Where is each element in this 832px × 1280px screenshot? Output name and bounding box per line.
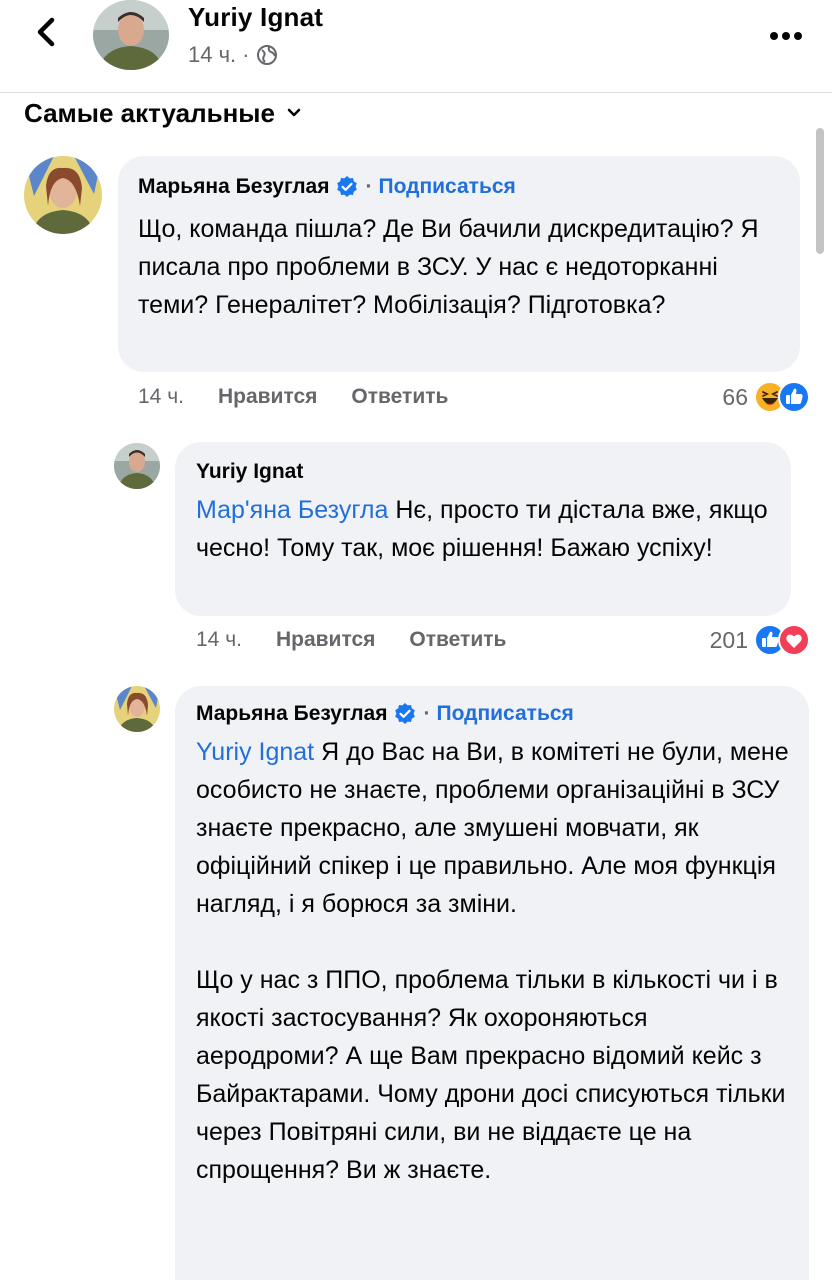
love-icon (778, 624, 810, 656)
verified-badge-icon (337, 176, 358, 197)
reply-button[interactable]: Ответить (351, 385, 448, 409)
comment-time[interactable]: 14 ч. (138, 385, 184, 409)
reaction-count: 201 (709, 626, 748, 653)
comment-actions: 14 ч. Нравится Ответить (138, 385, 448, 409)
reply-time[interactable]: 14 ч. (196, 628, 242, 652)
comment-text: Що, команда пішла? Де Ви бачили дискреди… (138, 215, 759, 319)
sort-label: Самые актуальные (24, 97, 275, 128)
chevron-down-icon (287, 108, 301, 117)
verified-badge-icon (395, 703, 416, 724)
reply-header: Yuriy Ignat (196, 460, 303, 484)
comment-avatar[interactable] (24, 156, 102, 234)
comment-author-name[interactable]: Марьяна Безуглая (138, 175, 329, 199)
reply-avatar[interactable] (114, 443, 160, 489)
subscribe-button[interactable]: Подписаться (436, 702, 573, 726)
back-button[interactable] (28, 12, 68, 52)
mention-link[interactable]: Yuriy Ignat (196, 738, 314, 766)
reply-author-name[interactable]: Марьяна Безуглая (196, 702, 387, 726)
reaction-summary[interactable]: 201 (710, 624, 810, 656)
like-button[interactable]: Нравится (218, 385, 317, 409)
reply-text: Yuriy Ignat Я до Вас на Ви, в комітеті н… (196, 733, 796, 1189)
post-author-name[interactable]: Yuriy Ignat (188, 2, 323, 33)
like-button[interactable]: Нравится (276, 628, 375, 652)
reply-button[interactable]: Ответить (409, 628, 506, 652)
meta-separator: · (242, 42, 250, 67)
post-time[interactable]: 14 ч. (188, 42, 236, 68)
like-icon (778, 381, 810, 413)
reply-author-name[interactable]: Yuriy Ignat (196, 460, 303, 484)
post-header: Yuriy Ignat 14 ч. · (0, 0, 832, 92)
comment-sort-dropdown[interactable]: Самые актуальные (24, 96, 303, 130)
reply-actions: 14 ч. Нравится Ответить (196, 628, 506, 652)
reaction-summary[interactable]: 66 (722, 381, 810, 413)
globe-icon (256, 45, 277, 65)
more-dots-icon (770, 32, 802, 40)
scrollbar[interactable] (816, 128, 824, 254)
header-divider (0, 92, 832, 93)
chevron-left-icon (37, 17, 55, 47)
reply-header: Марьяна Безуглая · Подписаться (196, 702, 574, 726)
subscribe-button[interactable]: Подписаться (378, 175, 515, 199)
reaction-count: 66 (722, 383, 748, 410)
more-options-button[interactable] (768, 16, 804, 50)
reply-text: Мар'яна Безугла Нє, просто ти дістала вж… (196, 491, 776, 567)
separator-dot: · (423, 702, 431, 725)
comment-header: Марьяна Безуглая · Подписаться (138, 175, 516, 199)
author-avatar[interactable] (93, 0, 169, 70)
separator-dot: · (365, 175, 373, 198)
reply-avatar[interactable] (114, 686, 160, 732)
reply-body-paragraph-2: Що у нас з ППО, проблема тільки в кілько… (196, 966, 786, 1184)
mention-link[interactable]: Мар'яна Безугла (196, 496, 388, 524)
post-meta: 14 ч. · (188, 42, 278, 68)
